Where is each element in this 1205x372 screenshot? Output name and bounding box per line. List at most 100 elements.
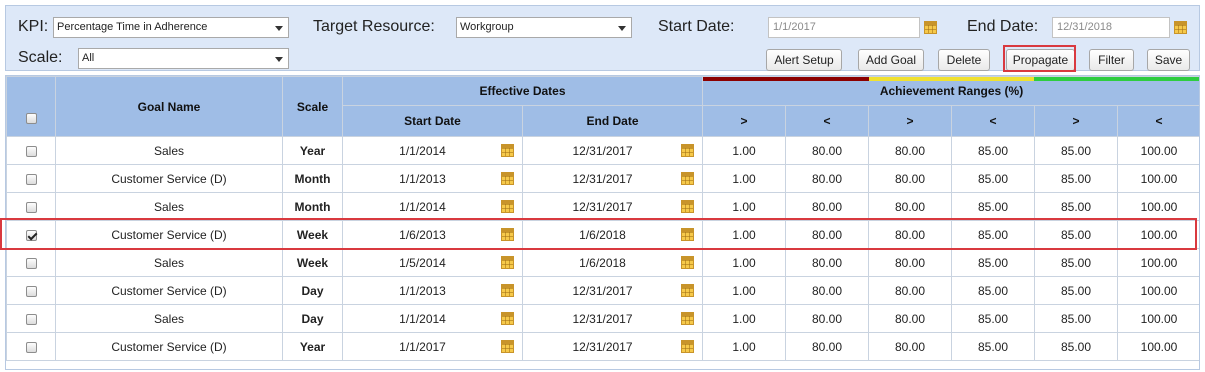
filter-button[interactable]: Filter — [1089, 49, 1134, 71]
calendar-icon[interactable] — [501, 200, 514, 213]
start-date-cell[interactable]: 1/6/2013 — [342, 220, 523, 249]
row-checkbox[interactable] — [25, 229, 37, 241]
table-row[interactable]: Customer Service (D) Day 1/1/2013 12/31/201… — [6, 276, 1199, 305]
range-cell[interactable]: 100.00 — [1117, 248, 1199, 277]
range-cell[interactable]: 85.00 — [951, 276, 1036, 305]
start-date-cell[interactable]: 1/1/2013 — [342, 276, 523, 305]
range-cell[interactable]: 85.00 — [1034, 136, 1119, 165]
goal-name-header[interactable]: Goal Name — [55, 76, 283, 137]
range-cell[interactable]: 80.00 — [868, 248, 953, 277]
end-date-cell[interactable]: 12/31/2017 — [521, 304, 704, 333]
calendar-icon[interactable] — [681, 312, 695, 325]
calendar-icon[interactable] — [1174, 21, 1187, 34]
range-cell[interactable]: 100.00 — [1117, 164, 1199, 193]
start-date-cell[interactable]: 1/5/2014 — [342, 248, 523, 277]
calendar-icon[interactable] — [501, 312, 514, 325]
end-date-cell[interactable]: 12/31/2017 — [521, 164, 704, 193]
end-date-cell[interactable]: 12/31/2017 — [521, 136, 704, 165]
target-resource-select[interactable]: Workgroup — [456, 17, 632, 38]
table-row[interactable]: Customer Service (D) Month 1/1/2013 12/31/2… — [6, 164, 1199, 193]
calendar-icon[interactable] — [501, 228, 514, 241]
calendar-icon[interactable] — [681, 284, 695, 297]
range-cell[interactable]: 85.00 — [1034, 192, 1119, 221]
end-date-header[interactable]: End Date — [521, 105, 704, 137]
calendar-icon[interactable] — [681, 200, 695, 213]
table-row[interactable]: Sales Week 1/5/2014 1/6/2018 1.00 80.00 80.00 8… — [6, 248, 1199, 277]
calendar-icon[interactable] — [681, 256, 695, 269]
range-cell[interactable]: 80.00 — [868, 136, 953, 165]
range-cell[interactable]: 1.00 — [702, 276, 787, 305]
range-cell[interactable]: 100.00 — [1117, 304, 1199, 333]
range-cell[interactable]: 85.00 — [1034, 304, 1119, 333]
range-cell[interactable]: 1.00 — [702, 164, 787, 193]
range-cell[interactable]: 80.00 — [868, 220, 953, 249]
kpi-select[interactable]: Percentage Time in Adherence — [53, 17, 289, 38]
range-cell[interactable]: 85.00 — [951, 220, 1036, 249]
alert-setup-button[interactable]: Alert Setup — [766, 49, 842, 71]
range-cell[interactable]: 80.00 — [785, 192, 870, 221]
calendar-icon[interactable] — [681, 340, 695, 353]
range-cell[interactable]: 85.00 — [951, 136, 1036, 165]
range-cell[interactable]: 100.00 — [1117, 192, 1199, 221]
table-row[interactable]: Sales Month 1/1/2014 12/31/2017 1.00 80.00 80.… — [6, 192, 1199, 221]
end-date-cell[interactable]: 12/31/2017 — [521, 192, 704, 221]
range-cell[interactable]: 80.00 — [785, 276, 870, 305]
range-cell[interactable]: 80.00 — [785, 332, 870, 361]
end-date-field[interactable]: 12/31/2018 — [1052, 17, 1170, 38]
add-goal-button[interactable]: Add Goal — [858, 49, 924, 71]
calendar-icon[interactable] — [924, 21, 937, 34]
range-cell[interactable]: 80.00 — [785, 164, 870, 193]
start-date-header[interactable]: Start Date — [342, 105, 523, 137]
table-row[interactable]: Customer Service (D) Week 1/6/2013 1/6/2018… — [6, 220, 1199, 249]
scale-header[interactable]: Scale — [282, 76, 343, 137]
range-cell[interactable]: 85.00 — [1034, 164, 1119, 193]
start-date-cell[interactable]: 1/1/2014 — [342, 304, 523, 333]
start-date-cell[interactable]: 1/1/2013 — [342, 164, 523, 193]
delete-button[interactable]: Delete — [938, 49, 990, 71]
range-cell[interactable]: 100.00 — [1117, 276, 1199, 305]
end-date-cell[interactable]: 1/6/2018 — [521, 248, 704, 277]
range-cell[interactable]: 1.00 — [702, 304, 787, 333]
range-cell[interactable]: 80.00 — [785, 304, 870, 333]
range-cell[interactable]: 100.00 — [1117, 220, 1199, 249]
range-cell[interactable]: 100.00 — [1117, 332, 1199, 361]
start-date-cell[interactable]: 1/1/2017 — [342, 332, 523, 361]
range-cell[interactable]: 85.00 — [1034, 332, 1119, 361]
row-checkbox[interactable] — [25, 201, 37, 213]
range-cell[interactable]: 100.00 — [1117, 136, 1199, 165]
calendar-icon[interactable] — [681, 228, 695, 241]
row-checkbox[interactable] — [25, 285, 37, 297]
range-cell[interactable]: 85.00 — [951, 164, 1036, 193]
range-cell[interactable]: 80.00 — [868, 276, 953, 305]
start-date-cell[interactable]: 1/1/2014 — [342, 192, 523, 221]
range-cell[interactable]: 85.00 — [951, 304, 1036, 333]
row-checkbox[interactable] — [25, 341, 37, 353]
calendar-icon[interactable] — [501, 172, 514, 185]
calendar-icon[interactable] — [501, 144, 514, 157]
row-checkbox[interactable] — [25, 173, 37, 185]
calendar-icon[interactable] — [501, 256, 514, 269]
start-date-field[interactable]: 1/1/2017 — [768, 17, 920, 38]
calendar-icon[interactable] — [501, 340, 514, 353]
row-checkbox[interactable] — [25, 145, 37, 157]
range-cell[interactable]: 85.00 — [1034, 248, 1119, 277]
calendar-icon[interactable] — [681, 144, 695, 157]
calendar-icon[interactable] — [501, 284, 514, 297]
range-cell[interactable]: 85.00 — [951, 332, 1036, 361]
range-cell[interactable]: 85.00 — [951, 248, 1036, 277]
range-cell[interactable]: 80.00 — [868, 304, 953, 333]
row-checkbox[interactable] — [25, 257, 37, 269]
calendar-icon[interactable] — [681, 172, 695, 185]
end-date-cell[interactable]: 12/31/2017 — [521, 332, 704, 361]
range-cell[interactable]: 80.00 — [785, 248, 870, 277]
range-cell[interactable]: 80.00 — [868, 332, 953, 361]
table-row[interactable]: Sales Day 1/1/2014 12/31/2017 1.00 80.00 80.00… — [6, 304, 1199, 333]
range-cell[interactable]: 85.00 — [1034, 276, 1119, 305]
range-cell[interactable]: 1.00 — [702, 248, 787, 277]
propagate-button[interactable]: Propagate — [1006, 49, 1075, 71]
range-cell[interactable]: 1.00 — [702, 136, 787, 165]
select-all-checkbox[interactable] — [25, 112, 37, 124]
end-date-cell[interactable]: 1/6/2018 — [521, 220, 704, 249]
range-cell[interactable]: 80.00 — [868, 164, 953, 193]
range-cell[interactable]: 1.00 — [702, 192, 787, 221]
